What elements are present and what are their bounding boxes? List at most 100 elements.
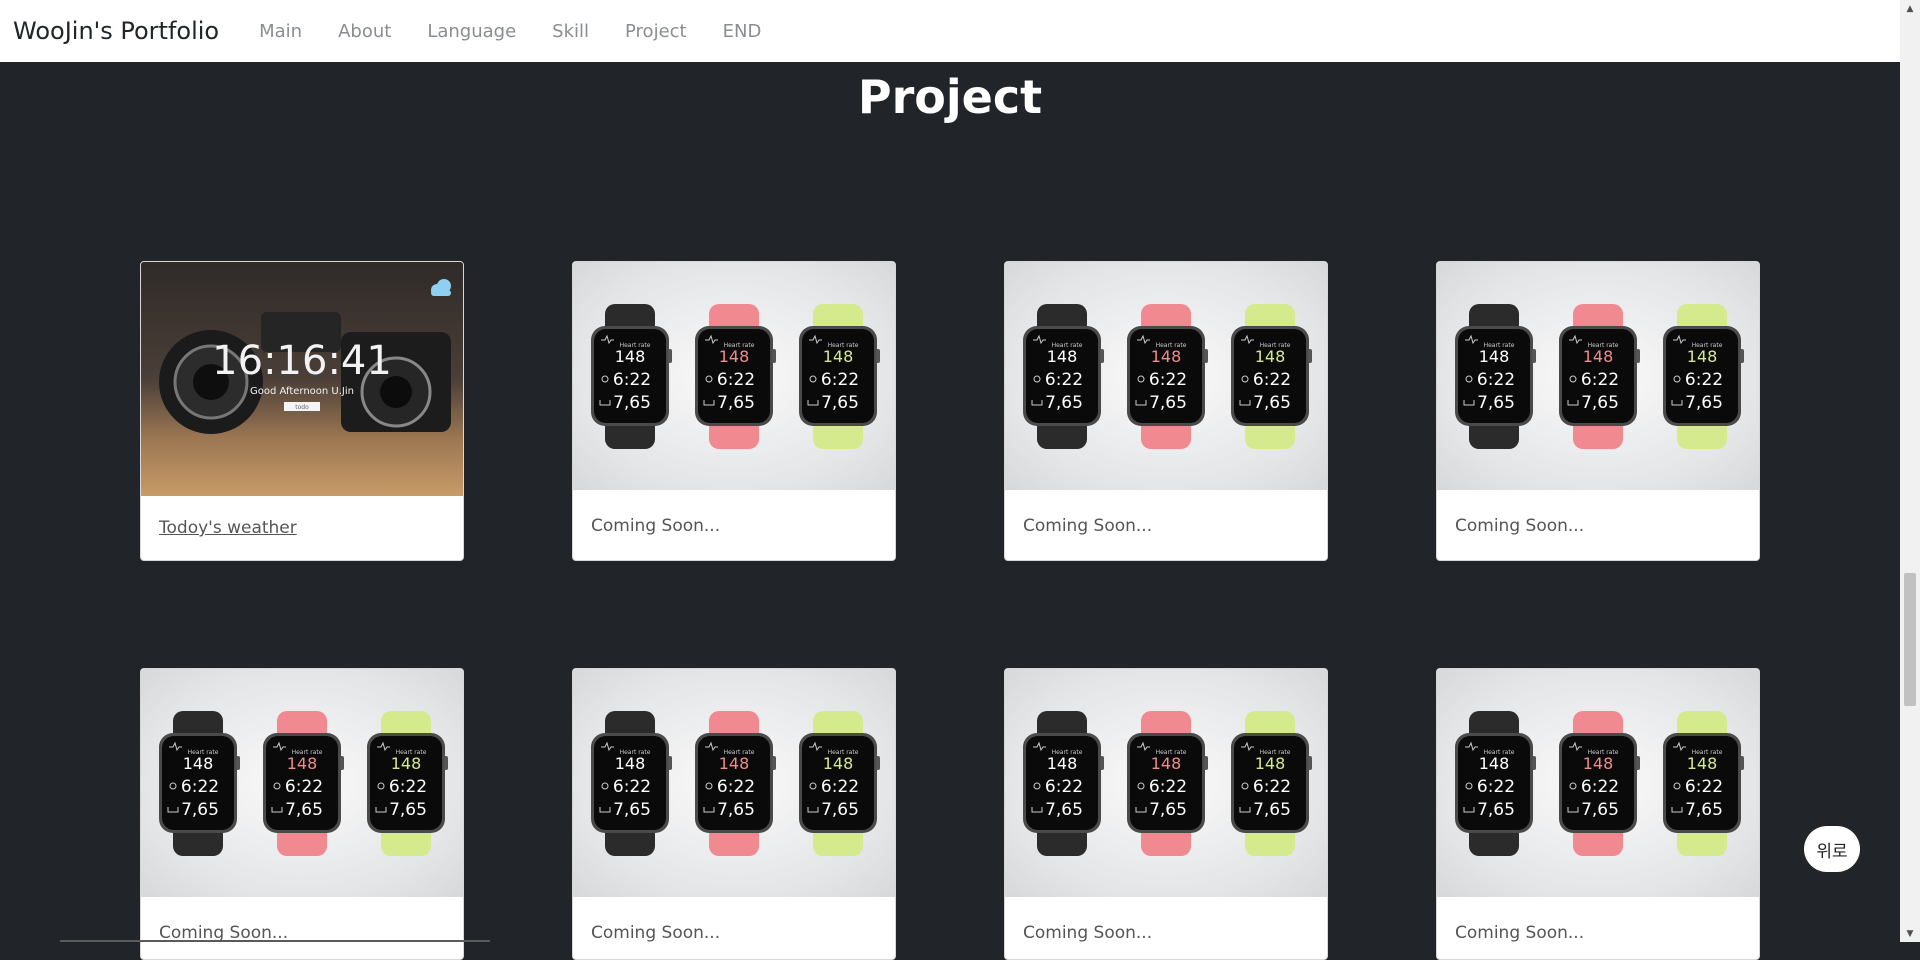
project-card[interactable]: Heart rate 148 6:22 7,65 Heart rate 148 … <box>572 261 896 561</box>
svg-text:6:22: 6:22 <box>1045 777 1083 797</box>
section-title: Project <box>857 70 1043 124</box>
svg-text:148: 148 <box>1479 347 1510 366</box>
svg-text:7,65: 7,65 <box>1253 393 1291 413</box>
brand-link[interactable]: WooJin's Portfolio <box>13 17 219 45</box>
watch-1: Heart rate 148 6:22 7,65 <box>591 711 672 856</box>
scroll-top-button[interactable]: 위로 <box>1804 826 1860 872</box>
weather-clock: 16:16:41 <box>212 338 392 384</box>
svg-text:148: 148 <box>1583 347 1614 366</box>
svg-text:6:22: 6:22 <box>821 370 859 390</box>
svg-text:148: 148 <box>1047 754 1078 773</box>
svg-text:7,65: 7,65 <box>1581 800 1619 820</box>
project-label: Coming Soon... <box>1455 516 1585 536</box>
watch-2: Heart rate 148 6:22 7,65 <box>695 711 776 856</box>
project-label: Coming Soon... <box>1455 923 1585 943</box>
svg-text:148: 148 <box>823 347 854 366</box>
watch-3: Heart rate 148 6:22 7,65 <box>1663 304 1744 449</box>
watch-2: Heart rate 148 6:22 7,65 <box>695 304 776 449</box>
project-card[interactable]: Heart rate 148 6:22 7,65 Heart rate 148 … <box>572 668 896 960</box>
project-card[interactable]: Heart rate 148 6:22 7,65 Heart rate 148 … <box>1436 668 1760 960</box>
svg-text:7,65: 7,65 <box>821 393 859 413</box>
svg-text:148: 148 <box>391 754 422 773</box>
svg-text:6:22: 6:22 <box>1253 777 1291 797</box>
svg-text:148: 148 <box>823 754 854 773</box>
svg-text:6:22: 6:22 <box>1477 370 1515 390</box>
watch-3: Heart rate 148 6:22 7,65 <box>1663 711 1744 856</box>
watch-2: Heart rate 148 6:22 7,65 <box>263 711 344 856</box>
svg-text:148: 148 <box>1047 347 1078 366</box>
scrollbar-thumb[interactable] <box>1904 573 1916 706</box>
project-thumbnail: Heart rate 148 6:22 7,65 Heart rate 148 … <box>573 262 895 490</box>
svg-text:148: 148 <box>1479 754 1510 773</box>
watch-2: Heart rate 148 6:22 7,65 <box>1127 304 1208 449</box>
svg-text:6:22: 6:22 <box>1685 370 1723 390</box>
svg-text:6:22: 6:22 <box>1581 370 1619 390</box>
watch-3: Heart rate 148 6:22 7,65 <box>1231 304 1312 449</box>
svg-text:148: 148 <box>183 754 214 773</box>
svg-text:7,65: 7,65 <box>181 800 219 820</box>
svg-text:148: 148 <box>1255 347 1286 366</box>
project-card[interactable]: Heart rate 148 6:22 7,65 Heart rate 148 … <box>1004 668 1328 960</box>
project-link[interactable]: Todoy's weather <box>159 518 297 538</box>
svg-text:148: 148 <box>719 347 750 366</box>
watch-3: Heart rate 148 6:22 7,65 <box>799 711 880 856</box>
project-thumbnail: Heart rate 148 6:22 7,65 Heart rate 148 … <box>1437 262 1759 490</box>
svg-text:148: 148 <box>1151 347 1182 366</box>
watch-1: Heart rate 148 6:22 7,65 <box>159 711 240 856</box>
watch-3: Heart rate 148 6:22 7,65 <box>1231 711 1312 856</box>
project-thumbnail: Heart rate 148 6:22 7,65 Heart rate 148 … <box>573 669 895 897</box>
svg-text:6:22: 6:22 <box>1685 777 1723 797</box>
svg-text:148: 148 <box>615 347 646 366</box>
svg-text:6:22: 6:22 <box>613 370 651 390</box>
project-card[interactable]: 16:16:41 Good Afternoon U.Jin todo Todoy… <box>140 261 464 561</box>
svg-text:6:22: 6:22 <box>717 777 755 797</box>
project-card[interactable]: Heart rate 148 6:22 7,65 Heart rate 148 … <box>1004 261 1328 561</box>
nav-link-language[interactable]: Language <box>427 21 516 42</box>
page-scrollbar[interactable]: ▲ ▼ <box>1900 0 1920 942</box>
svg-text:7,65: 7,65 <box>389 800 427 820</box>
nav-link-main[interactable]: Main <box>259 21 302 42</box>
project-thumbnail: Heart rate 148 6:22 7,65 Heart rate 148 … <box>141 669 463 897</box>
svg-text:148: 148 <box>1151 754 1182 773</box>
project-label: Coming Soon... <box>1023 923 1153 943</box>
svg-text:7,65: 7,65 <box>285 800 323 820</box>
svg-text:7,65: 7,65 <box>613 800 651 820</box>
svg-text:6:22: 6:22 <box>613 777 651 797</box>
watch-2: Heart rate 148 6:22 7,65 <box>1559 304 1640 449</box>
watch-1: Heart rate 148 6:22 7,65 <box>1023 304 1104 449</box>
project-label: Coming Soon... <box>1023 516 1153 536</box>
watch-3: Heart rate 148 6:22 7,65 <box>799 304 880 449</box>
svg-text:7,65: 7,65 <box>613 393 651 413</box>
project-card[interactable]: Heart rate 148 6:22 7,65 Heart rate 148 … <box>1436 261 1760 561</box>
svg-text:6:22: 6:22 <box>389 777 427 797</box>
svg-text:7,65: 7,65 <box>1253 800 1291 820</box>
scroll-down-arrow-icon[interactable]: ▼ <box>1900 925 1920 942</box>
nav-link-project[interactable]: Project <box>625 21 687 42</box>
svg-text:6:22: 6:22 <box>1149 370 1187 390</box>
svg-text:148: 148 <box>1687 347 1718 366</box>
svg-text:7,65: 7,65 <box>1149 393 1187 413</box>
svg-text:148: 148 <box>287 754 318 773</box>
project-card[interactable]: Heart rate 148 6:22 7,65 Heart rate 148 … <box>140 668 464 960</box>
svg-text:6:22: 6:22 <box>285 777 323 797</box>
project-label: Coming Soon... <box>591 516 721 536</box>
svg-text:6:22: 6:22 <box>1149 777 1187 797</box>
svg-text:148: 148 <box>719 754 750 773</box>
svg-text:7,65: 7,65 <box>717 800 755 820</box>
svg-text:6:22: 6:22 <box>1477 777 1515 797</box>
svg-text:6:22: 6:22 <box>1045 370 1083 390</box>
weather-greeting: Good Afternoon U.Jin <box>250 386 354 397</box>
nav-link-end[interactable]: END <box>723 21 762 42</box>
svg-text:148: 148 <box>615 754 646 773</box>
project-thumbnail: Heart rate 148 6:22 7,65 Heart rate 148 … <box>1005 669 1327 897</box>
scroll-up-arrow-icon[interactable]: ▲ <box>1900 0 1920 17</box>
project-thumbnail: Heart rate 148 6:22 7,65 Heart rate 148 … <box>1437 669 1759 897</box>
project-label: Coming Soon... <box>591 923 721 943</box>
nav-link-skill[interactable]: Skill <box>552 21 589 42</box>
watch-1: Heart rate 148 6:22 7,65 <box>1455 711 1536 856</box>
nav-link-about[interactable]: About <box>338 21 391 42</box>
watch-2: Heart rate 148 6:22 7,65 <box>1559 711 1640 856</box>
svg-text:7,65: 7,65 <box>1477 800 1515 820</box>
svg-text:7,65: 7,65 <box>1685 800 1723 820</box>
svg-text:148: 148 <box>1687 754 1718 773</box>
